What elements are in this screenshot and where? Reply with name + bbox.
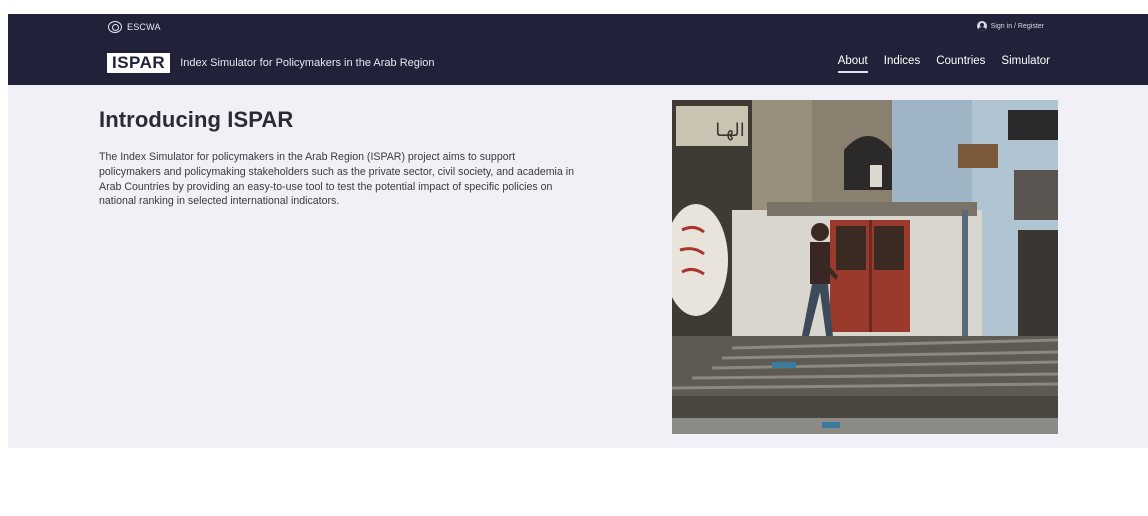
nav-countries[interactable]: Countries (936, 55, 985, 71)
hero-description: The Index Simulator for policymakers in … (99, 151, 574, 208)
nav-simulator[interactable]: Simulator (1001, 55, 1050, 71)
ispar-logo: ISPAR (107, 53, 171, 73)
un-emblem-icon (108, 21, 122, 33)
hero-photo: الهـا (672, 100, 1058, 434)
nav-about[interactable]: About (837, 55, 868, 73)
user-icon (976, 21, 987, 31)
site-brand[interactable]: ISPAR Index Simulator for Policymakers i… (107, 53, 435, 73)
nav-indices[interactable]: Indices (884, 55, 920, 71)
signin-link[interactable]: Sign in / Register (976, 19, 1044, 33)
hero-title: Introducing ISPAR (99, 107, 294, 132)
escwa-label: ESCWA (127, 22, 161, 32)
site-tagline: Index Simulator for Policymakers in the … (180, 57, 435, 69)
signin-label: Sign in / Register (990, 22, 1044, 30)
shop-sign-text: الهـا (715, 120, 745, 141)
site-header: ESCWA Sign in / Register ISPAR Index Sim… (8, 14, 1148, 85)
street-scene-image: الهـا (672, 100, 1058, 434)
escwa-brand[interactable]: ESCWA (108, 20, 161, 34)
main-nav: About Indices Countries Simulator (837, 55, 1050, 73)
